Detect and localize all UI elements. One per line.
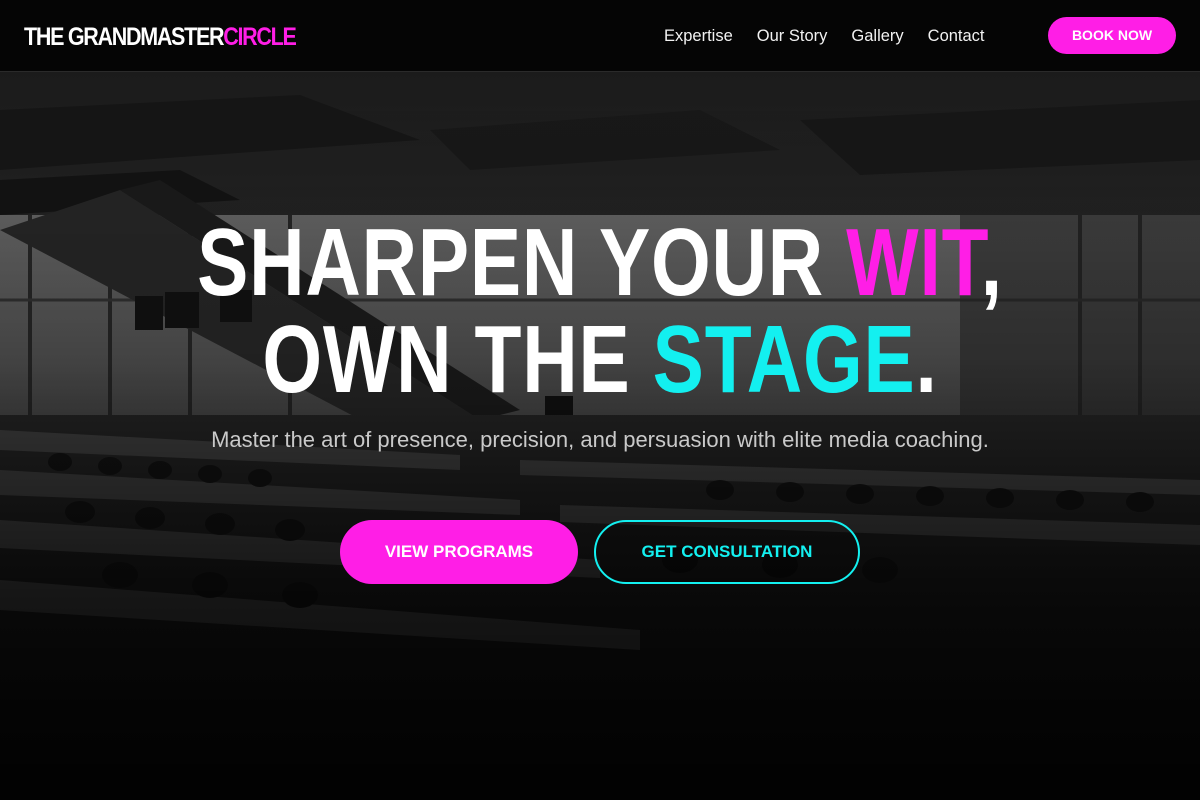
hero-headline: SHARPEN YOUR WIT, OWN THE STAGE.: [0, 214, 1200, 408]
view-programs-button[interactable]: VIEW PROGRAMS: [340, 520, 578, 584]
headline-line-2: OWN THE STAGE.: [120, 311, 1080, 408]
nav-link-expertise[interactable]: Expertise: [664, 24, 733, 48]
top-navbar: THE GRANDMASTERCIRCLE Expertise Our Stor…: [0, 0, 1200, 72]
hero-section: SHARPEN YOUR WIT, OWN THE STAGE. Master …: [0, 0, 1200, 800]
landing-page: THE GRANDMASTERCIRCLE Expertise Our Stor…: [0, 0, 1200, 800]
headline-accent-wit: WIT: [846, 209, 981, 316]
brand-name-main: THE GRANDMASTER: [24, 23, 225, 51]
get-consultation-button[interactable]: GET CONSULTATION: [594, 520, 860, 584]
nav-link-our-story[interactable]: Our Story: [757, 24, 828, 48]
headline-line-1: SHARPEN YOUR WIT,: [120, 214, 1080, 311]
headline-line2-text: OWN THE: [262, 306, 653, 413]
hero-subtitle: Master the art of presence, precision, a…: [211, 427, 989, 452]
headline-accent-stage: STAGE: [652, 306, 916, 413]
headline-line1-punct: ,: [980, 209, 1003, 316]
brand-name-accent: CIRCLE: [223, 23, 297, 51]
book-now-button[interactable]: BOOK NOW: [1048, 17, 1176, 54]
nav-link-contact[interactable]: Contact: [928, 24, 985, 48]
brand-logo[interactable]: THE GRANDMASTERCIRCLE: [24, 22, 297, 52]
nav-link-gallery[interactable]: Gallery: [851, 24, 903, 48]
headline-line1-text: SHARPEN YOUR: [197, 209, 847, 316]
headline-line2-punct: .: [915, 306, 938, 413]
nav-links: Expertise Our Story Gallery Contact: [664, 24, 985, 48]
